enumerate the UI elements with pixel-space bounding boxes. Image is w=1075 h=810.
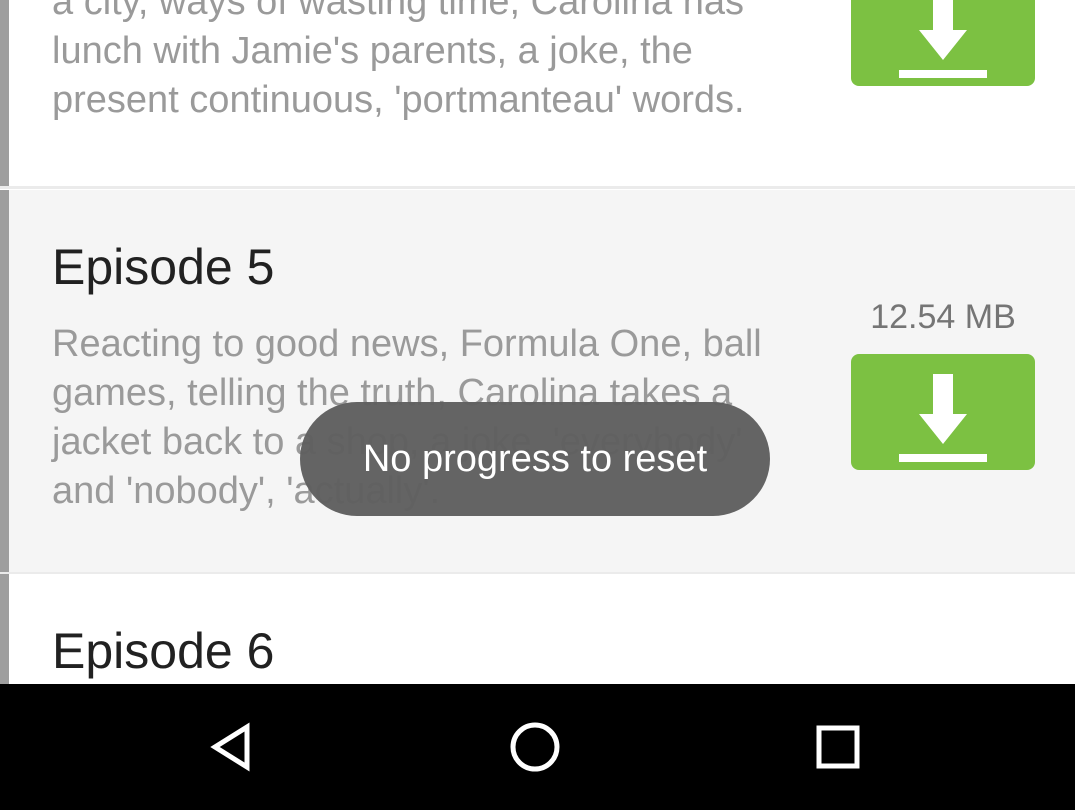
episode-list[interactable]: a city, ways of wasting time, Carolina h… (0, 0, 1075, 684)
episode-left-bar (0, 0, 9, 186)
description-line: present continuous, 'portmanteau' words. (52, 79, 745, 121)
description-line: a city, ways of wasting time, Carolina h… (52, 0, 745, 23)
toast-text: No progress to reset (362, 437, 708, 480)
description-line: Reacting to good news, Formula One, ball (52, 323, 762, 365)
back-button[interactable] (192, 712, 272, 782)
episode-left-bar (0, 190, 9, 572)
episode-description: a city, ways of wasting time, Carolina h… (52, 0, 832, 125)
episode-title: Episode 6 (52, 623, 275, 679)
description-line: lunch with Jamie's parents, a joke, the (52, 30, 693, 72)
back-triangle-icon (210, 722, 250, 772)
episode-title: Episode 5 (52, 239, 275, 295)
home-button[interactable] (495, 712, 575, 782)
download-button[interactable] (851, 0, 1035, 86)
episode-item-6[interactable]: Episode 6 (0, 574, 1075, 684)
download-icon (899, 374, 987, 462)
recents-square-icon (816, 725, 860, 769)
recents-button[interactable] (798, 712, 878, 782)
list-divider (0, 186, 1075, 189)
episode-file-size: 12.54 MB (870, 298, 1016, 336)
episode-item-4[interactable]: a city, ways of wasting time, Carolina h… (0, 0, 1075, 186)
home-circle-icon (510, 722, 560, 772)
system-navigation-bar (0, 684, 1075, 810)
toast-message: No progress to reset (300, 402, 770, 516)
download-button[interactable] (851, 354, 1035, 470)
download-icon (899, 0, 987, 78)
episode-left-bar (0, 574, 9, 684)
